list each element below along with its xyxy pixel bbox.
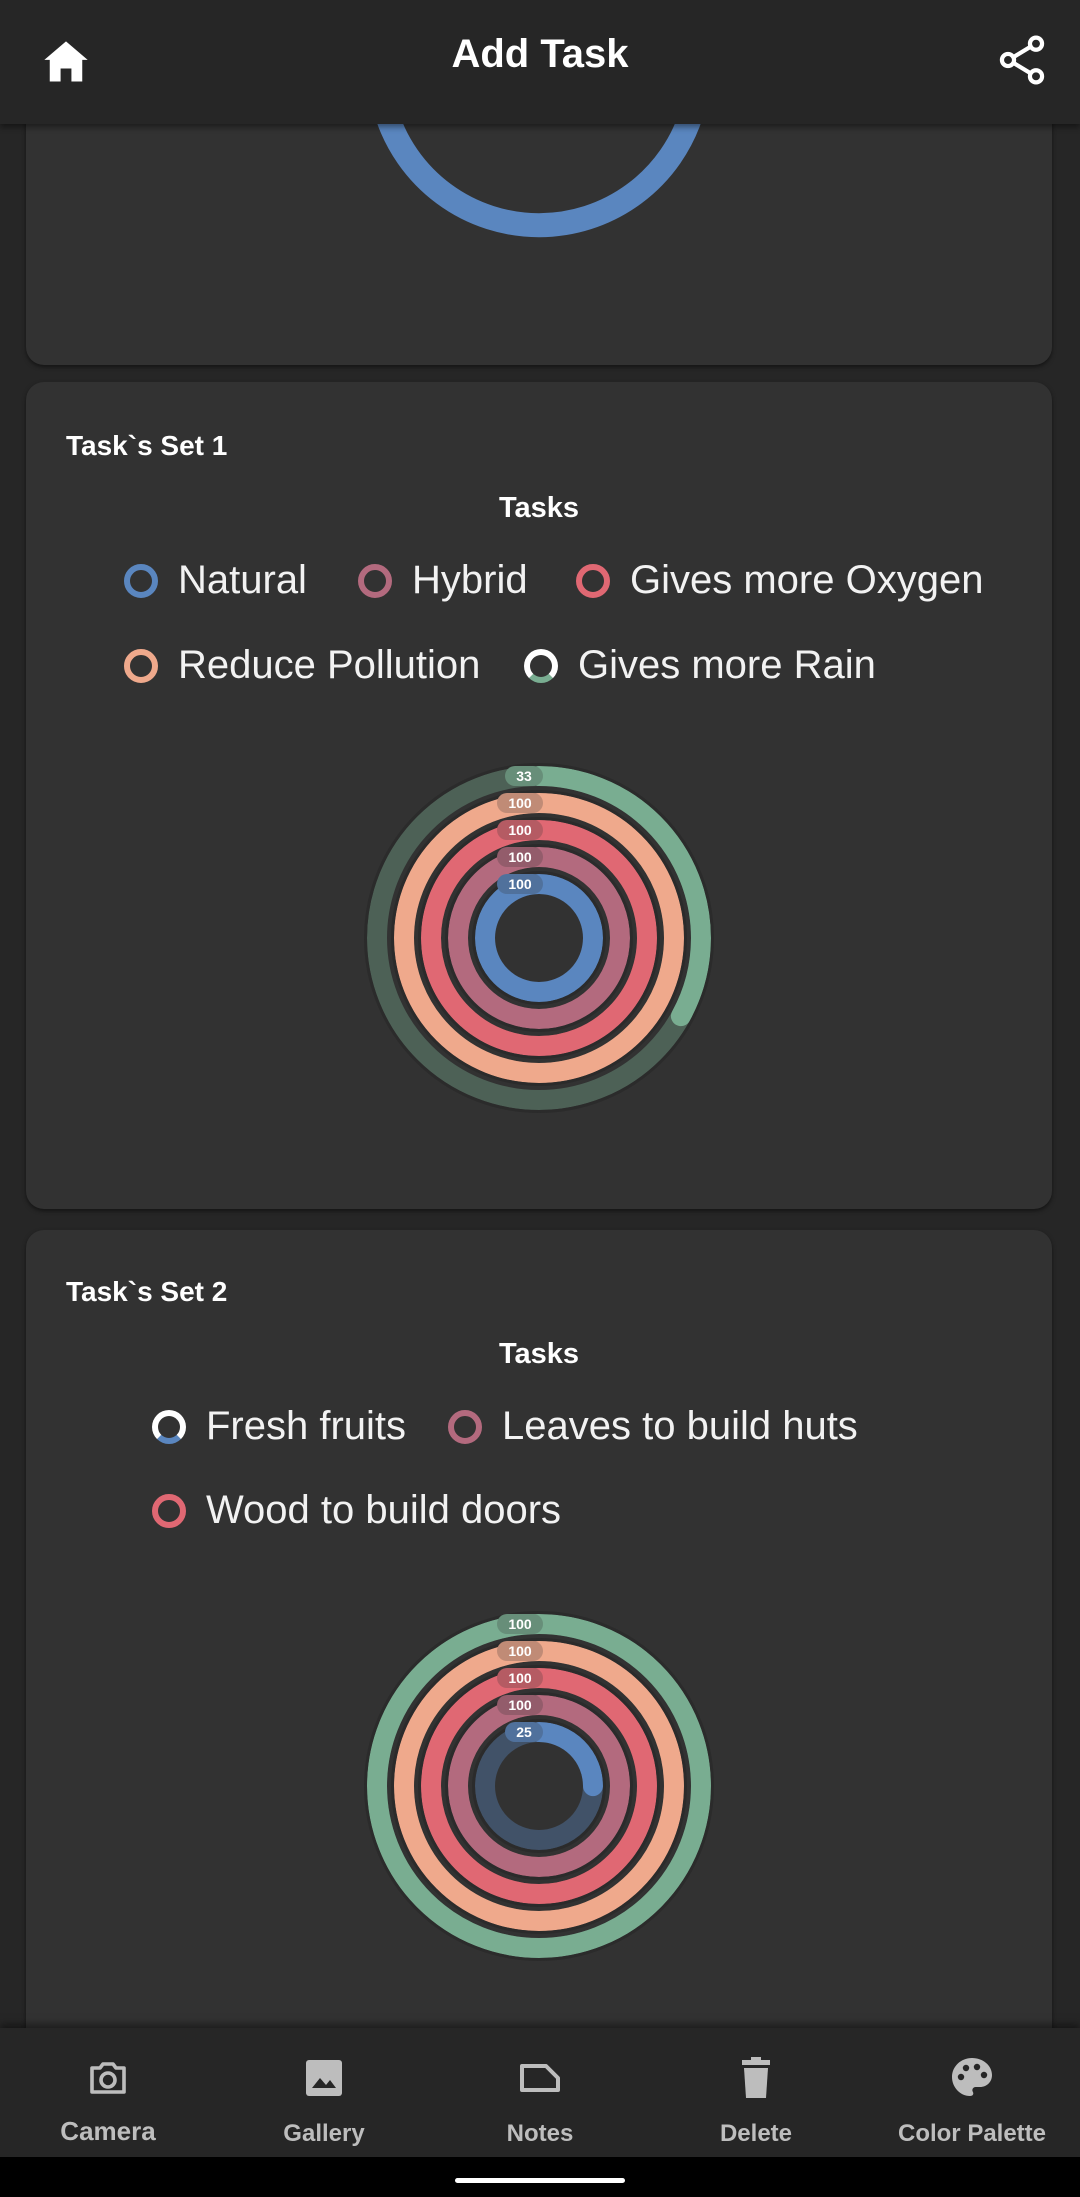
system-navigation-bar [0, 2157, 1080, 2197]
nav-label: Delete [719, 2120, 793, 2147]
legend-marker [524, 648, 558, 683]
ring-bar[interactable] [394, 1641, 684, 1931]
legend-marker [152, 1493, 186, 1528]
legend-label: Hybrid [412, 558, 528, 602]
legend-marker [448, 1409, 482, 1444]
radial-bar-chart-set-2: 25 100 100 100 100 [364, 1611, 714, 1961]
legend-label: Natural [178, 558, 307, 602]
gallery-icon [306, 2060, 342, 2096]
gesture-handle[interactable] [455, 2178, 625, 2183]
app-bar: Add Task [0, 0, 1080, 124]
legend-label: Wood to build doors [206, 1488, 562, 1532]
ring-value-label: 100 [508, 1670, 532, 1686]
nav-label: Notes [506, 2120, 574, 2147]
ring-value-label: 33 [516, 768, 532, 784]
ring-value-label: 100 [508, 849, 532, 865]
legend-marker [152, 1409, 186, 1444]
nav-color-palette[interactable]: Color Palette [864, 2028, 1080, 2157]
legend-item-hybrid[interactable]: Hybrid [358, 558, 528, 603]
ring-value-label: 100 [508, 1697, 532, 1713]
nav-gallery[interactable]: Gallery [216, 2028, 432, 2157]
palette-icon [952, 2058, 992, 2096]
legend-item-gives-more-oxygen[interactable]: Gives more Oxygen [576, 558, 983, 603]
camera-icon [90, 2062, 126, 2094]
ring-value-label: 100 [508, 822, 532, 838]
nav-label: Camera [60, 2116, 156, 2146]
ring-value-label: 25 [516, 1724, 532, 1740]
page-title: Add Task [451, 32, 629, 76]
legend-item-wood-to-build-doors[interactable]: Wood to build doors [152, 1488, 561, 1533]
bottom-navigation: Camera Gallery Notes Delete Color Palett… [0, 2028, 1080, 2157]
legend-label: Gives more Oxygen [630, 558, 984, 602]
notes-icon [520, 2064, 560, 2092]
ring-value-label: 100 [508, 795, 532, 811]
share-icon[interactable] [994, 32, 1050, 88]
card-title: Task`s Set 1 [66, 430, 228, 461]
legend-marker [124, 563, 158, 598]
nav-label: Color Palette [897, 2120, 1047, 2147]
legend-label: Gives more Rain [578, 643, 876, 687]
legend-label: Leaves to build huts [502, 1404, 858, 1448]
nav-delete[interactable]: Delete [648, 2028, 864, 2157]
legend-item-fresh-fruits[interactable]: Fresh fruits [152, 1404, 406, 1449]
legend-label: Fresh fruits [206, 1404, 407, 1448]
chart-title: Tasks [498, 1338, 580, 1370]
legend-marker [358, 563, 392, 598]
legend-item-leaves-to-build-huts[interactable]: Leaves to build huts [448, 1404, 858, 1449]
legend-marker [124, 648, 158, 683]
delete-icon [742, 2057, 770, 2098]
nav-notes[interactable]: Notes [432, 2028, 648, 2157]
legend-marker [576, 563, 610, 598]
ring-value-label: 100 [508, 1616, 532, 1632]
task-card-set-2: Task`s Set 2 Tasks Fresh fruits Leaves t… [26, 1230, 1052, 2070]
ring-value-label: 100 [508, 1643, 532, 1659]
legend-item-gives-more-rain[interactable]: Gives more Rain [524, 643, 876, 688]
ring-bar[interactable] [394, 793, 684, 1083]
nav-label: Gallery [283, 2120, 365, 2147]
legend-item-reduce-pollution[interactable]: Reduce Pollution [124, 643, 480, 688]
task-card-set-1: Task`s Set 1 Tasks Natural Hybrid Gives … [26, 382, 1052, 1209]
nav-camera[interactable]: Camera [0, 2028, 216, 2157]
legend-item-natural[interactable]: Natural [124, 558, 307, 603]
chart-title: Tasks [498, 492, 580, 524]
ring-bar[interactable] [475, 874, 603, 1002]
radial-bar-chart-set-1: 100 100 100 100 33 [364, 763, 714, 1113]
card-title: Task`s Set 2 [66, 1276, 228, 1307]
ring-value-label: 100 [508, 876, 532, 892]
legend-label: Reduce Pollution [178, 643, 481, 687]
